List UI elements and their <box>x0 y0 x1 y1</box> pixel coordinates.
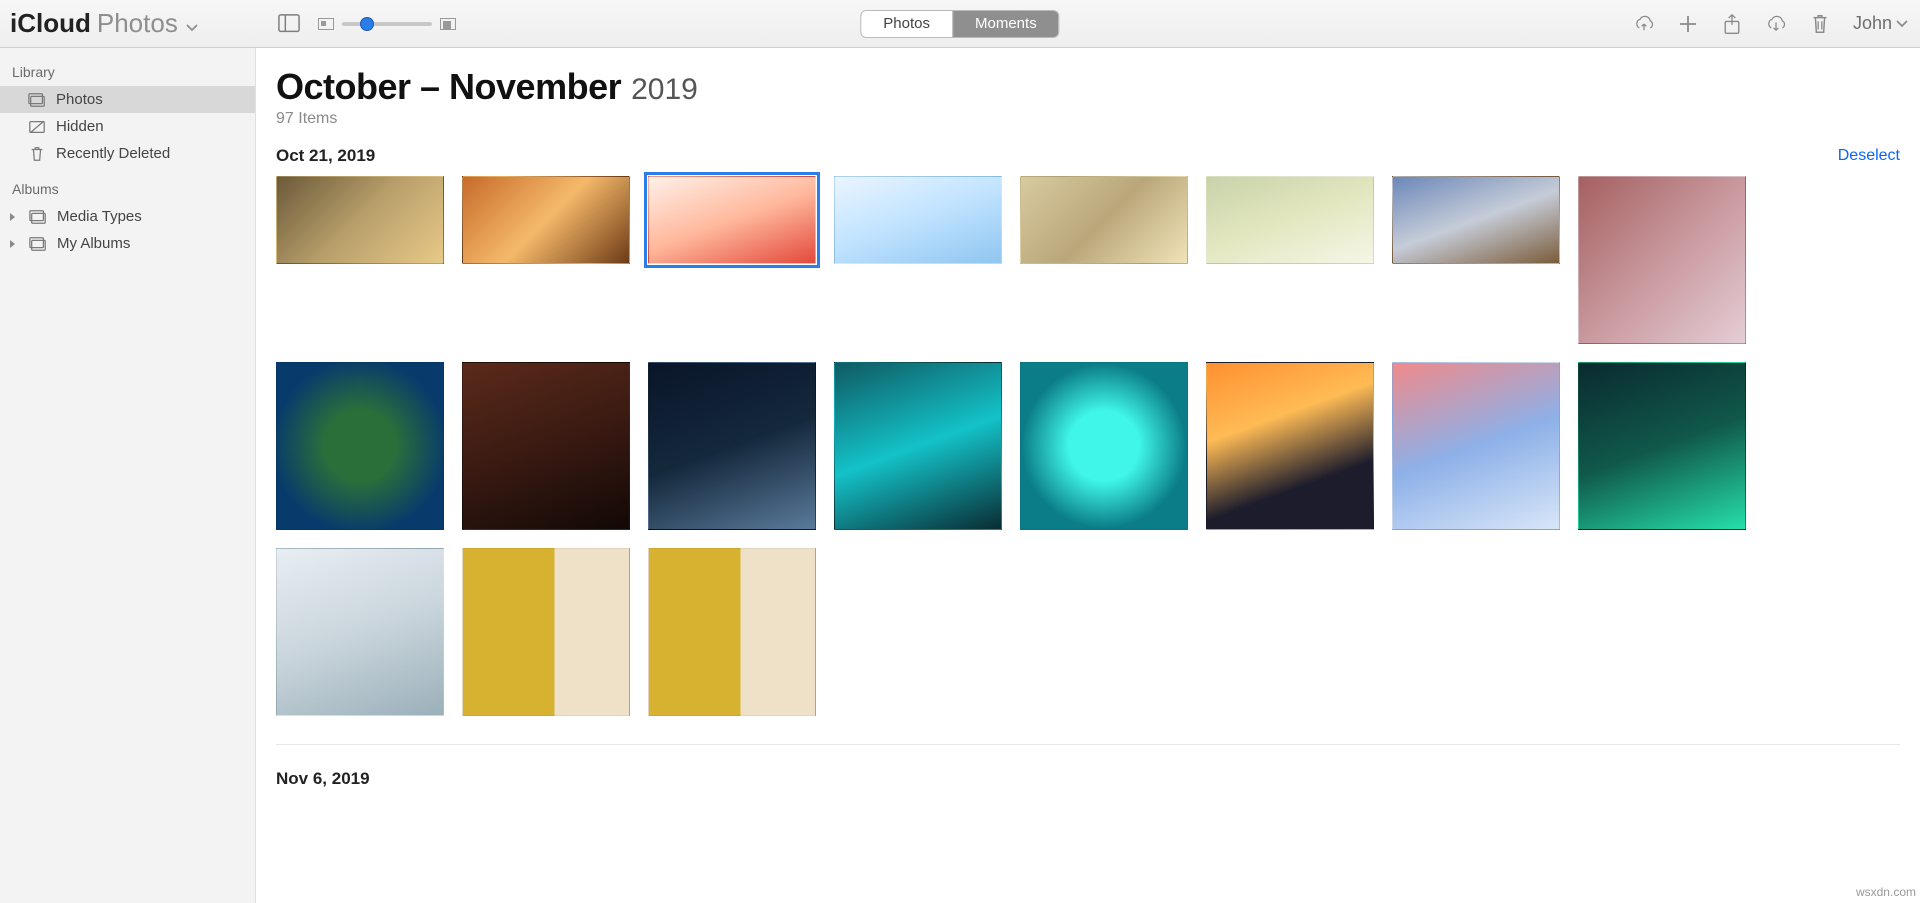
title-range: October – November <box>276 66 621 108</box>
sidebar-item-hidden[interactable]: Hidden <box>0 113 255 140</box>
photo-thumb[interactable] <box>648 362 816 530</box>
photo-thumb[interactable] <box>1206 176 1374 264</box>
slider-track[interactable] <box>342 22 432 26</box>
sidebar-item-recently-deleted[interactable]: Recently Deleted <box>0 140 255 167</box>
chevron-down-icon <box>186 24 198 32</box>
disclosure-triangle-icon[interactable] <box>10 213 15 221</box>
top-toolbar: iCloud Photos Photos Moments <box>0 0 1920 48</box>
sidebar-item-label: Photos <box>56 91 103 108</box>
sidebar-item-media-types[interactable]: Media Types <box>0 203 255 230</box>
album-stack-icon <box>29 209 47 225</box>
sidebar-item-my-albums[interactable]: My Albums <box>0 230 255 257</box>
photo-thumb[interactable] <box>1578 362 1746 530</box>
photo-thumb[interactable] <box>462 548 630 716</box>
sidebar-item-label: My Albums <box>57 235 130 252</box>
sidebar-item-label: Hidden <box>56 118 104 135</box>
photo-thumb[interactable] <box>462 362 630 530</box>
large-thumb-icon <box>440 18 456 30</box>
hidden-icon <box>28 119 46 135</box>
main-content: October – November 2019 97 Items Oct 21,… <box>256 48 1920 903</box>
trash-icon[interactable] <box>1809 13 1831 35</box>
moment-section: Nov 6, 2019 <box>276 744 1900 789</box>
photo-thumb[interactable] <box>834 362 1002 530</box>
cloud-download-icon[interactable] <box>1765 13 1787 35</box>
photo-thumb[interactable] <box>462 176 630 264</box>
sidebar-item-label: Recently Deleted <box>56 145 170 162</box>
photo-thumb[interactable] <box>834 176 1002 264</box>
user-name: John <box>1853 13 1892 34</box>
photo-thumb[interactable] <box>1392 362 1560 530</box>
item-count: 97 Items <box>276 110 1900 128</box>
sidebar-header-library: Library <box>0 60 255 86</box>
sidebar-header-albums: Albums <box>0 177 255 203</box>
photo-thumb[interactable] <box>276 362 444 530</box>
album-stack-icon <box>29 236 47 252</box>
sidebar-toggle-icon[interactable] <box>278 13 300 35</box>
small-thumb-icon <box>318 18 334 30</box>
photo-thumb[interactable] <box>276 548 444 716</box>
chevron-down-icon <box>1896 20 1908 28</box>
photo-grid <box>276 176 1900 716</box>
attribution-text: wsxdn.com <box>1856 885 1916 899</box>
page-title: October – November 2019 <box>276 66 1900 108</box>
photos-stack-icon <box>28 92 46 108</box>
view-controls <box>278 13 456 35</box>
tab-moments[interactable]: Moments <box>952 11 1059 37</box>
trash-icon <box>28 146 46 162</box>
photo-thumb[interactable] <box>1578 176 1746 344</box>
thumbnail-size-slider[interactable] <box>318 18 456 30</box>
tab-photos[interactable]: Photos <box>861 11 952 37</box>
toolbar-right: John <box>1633 13 1908 35</box>
slider-knob[interactable] <box>360 17 374 31</box>
app-title-menu[interactable]: iCloud Photos <box>10 8 198 39</box>
photo-thumb[interactable] <box>1392 176 1560 264</box>
section-date: Oct 21, 2019 <box>276 146 375 166</box>
section-date: Nov 6, 2019 <box>276 769 370 789</box>
sidebar: Library Photos Hidden Recently Deleted A… <box>0 48 256 903</box>
view-segmented-control: Photos Moments <box>860 10 1059 38</box>
sidebar-item-label: Media Types <box>57 208 142 225</box>
deselect-button[interactable]: Deselect <box>1838 147 1900 165</box>
photo-thumb[interactable] <box>276 176 444 264</box>
brand-primary: iCloud <box>10 8 91 39</box>
brand-secondary: Photos <box>97 8 178 39</box>
share-icon[interactable] <box>1721 13 1743 35</box>
title-year: 2019 <box>631 73 698 107</box>
user-menu[interactable]: John <box>1853 13 1908 34</box>
photo-thumb[interactable] <box>1020 362 1188 530</box>
photo-thumb[interactable] <box>648 176 816 264</box>
photo-thumb[interactable] <box>1206 362 1374 530</box>
sidebar-item-photos[interactable]: Photos <box>0 86 255 113</box>
photo-thumb[interactable] <box>1020 176 1188 264</box>
cloud-upload-icon[interactable] <box>1633 13 1655 35</box>
plus-icon[interactable] <box>1677 13 1699 35</box>
moment-section: Oct 21, 2019 Deselect <box>276 146 1900 716</box>
disclosure-triangle-icon[interactable] <box>10 240 15 248</box>
photo-thumb[interactable] <box>648 548 816 716</box>
